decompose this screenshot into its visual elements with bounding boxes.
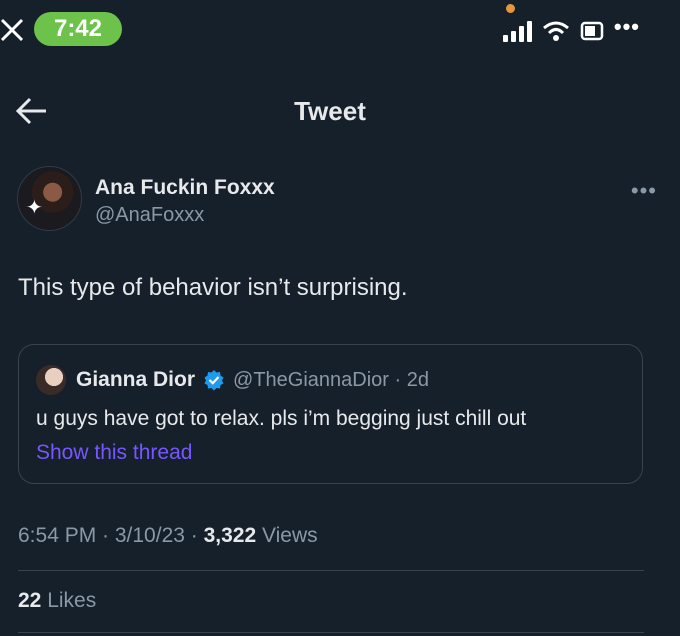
status-bar: 7:42 ••• <box>0 0 680 60</box>
status-more-icon[interactable]: ••• <box>614 14 640 40</box>
likes-count: 22 <box>18 589 42 612</box>
quoted-tweet[interactable]: Gianna Dior @TheGiannaDior · 2d u guys h… <box>18 344 643 484</box>
verified-badge-icon <box>204 370 224 391</box>
quoted-tweet-text: u guys have got to relax. pls i’m beggin… <box>36 407 527 430</box>
quoted-author-handle-time: @TheGiannaDior · 2d <box>233 368 429 391</box>
status-time: 7:42 <box>53 15 103 42</box>
divider <box>18 632 644 633</box>
top-nav: Tweet <box>0 86 680 136</box>
author-handle[interactable]: @AnaFoxxx <box>95 204 204 227</box>
likes-label: Likes <box>41 589 97 612</box>
likes-stat[interactable]: 22 Likes <box>18 589 96 613</box>
quoted-tweet-header: Gianna Dior @TheGiannaDior · 2d <box>36 365 429 395</box>
show-thread-link[interactable]: Show this thread <box>36 441 192 465</box>
status-icons: ••• <box>502 14 640 42</box>
views-count: 3,322 <box>203 524 257 547</box>
quoted-author-avatar <box>36 365 66 395</box>
screen-mirror-icon <box>580 21 604 41</box>
tweet-author: ✦ Ana Fuckin Foxxx @AnaFoxxx ••• <box>17 166 657 236</box>
divider <box>18 570 644 571</box>
tweet-timestamp: 6:54 PM · 3/10/23 · <box>18 524 204 547</box>
author-name[interactable]: Ana Fuckin Foxxx <box>95 176 275 200</box>
close-icon[interactable] <box>0 14 26 44</box>
bunny-icon: ✦ <box>26 197 43 219</box>
quoted-author-name: Gianna Dior <box>76 368 196 391</box>
views-label: Views <box>256 524 318 547</box>
more-options-icon[interactable]: ••• <box>631 178 657 204</box>
privacy-indicator-dot <box>506 4 515 13</box>
page-title: Tweet <box>294 96 366 126</box>
time-pill[interactable]: 7:42 <box>34 12 122 46</box>
tweet-text: This type of behavior isn’t surprising. <box>18 274 408 301</box>
tweet-meta: 6:54 PM · 3/10/23 · 3,322 Views <box>18 524 318 548</box>
wifi-icon <box>542 21 569 41</box>
signal-icon <box>502 20 532 42</box>
author-avatar[interactable]: ✦ <box>17 166 82 231</box>
